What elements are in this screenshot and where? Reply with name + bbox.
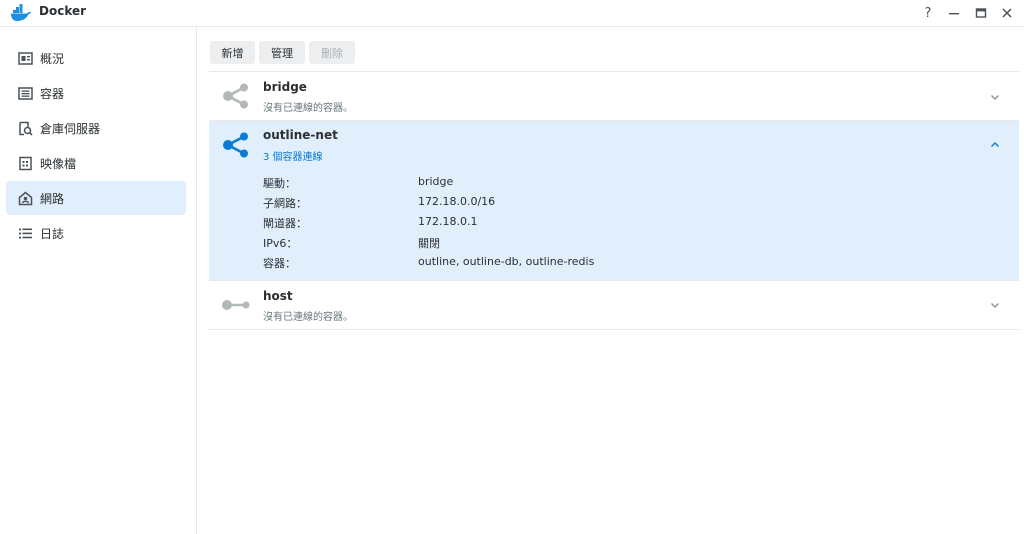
host-network-icon: [222, 300, 250, 310]
log-icon: [19, 228, 32, 239]
detail-value-subnet: 172.18.0.0/16: [418, 195, 496, 208]
share-network-icon: [223, 83, 248, 109]
overview-icon: [18, 52, 33, 65]
docker-window: Docker ? 概況 容器 倉庫伺服器 映像檔 網路 日誌 新增 管理 刪除 …: [0, 0, 1024, 534]
network-list: bridge 沒有已連線的容器。 outline-net 3 個容器連線 驅動：…: [209, 71, 1019, 330]
detail-label-driver: 驅動：: [263, 177, 296, 190]
share-network-icon: [223, 132, 248, 158]
detail-value-ipv6: 關閉: [418, 237, 440, 250]
network-icon: [18, 191, 33, 206]
container-icon: [18, 87, 33, 100]
network-row-host[interactable]: host 沒有已連線的容器。: [209, 281, 1019, 330]
docker-whale-icon: [11, 4, 31, 21]
sidebar-item-label: 日誌: [40, 227, 65, 241]
image-icon: [19, 156, 32, 171]
detail-value-driver: bridge: [418, 175, 454, 188]
minimize-button[interactable]: [944, 3, 964, 23]
manage-button[interactable]: 管理: [259, 41, 305, 64]
chevron-down-icon[interactable]: [989, 299, 1001, 311]
minimize-icon: [949, 13, 959, 15]
help-button[interactable]: ?: [918, 3, 938, 23]
sidebar-item-label: 網路: [40, 192, 65, 206]
network-row-bridge[interactable]: bridge 沒有已連線的容器。: [209, 71, 1019, 121]
close-icon: [1002, 8, 1012, 18]
sidebar-item-label: 概況: [40, 52, 65, 66]
sidebar-item-image[interactable]: 映像檔: [6, 146, 186, 180]
network-name: bridge: [263, 80, 307, 94]
delete-button[interactable]: 刪除: [309, 41, 355, 64]
title-bar: Docker ?: [0, 0, 1024, 27]
network-name: outline-net: [263, 128, 338, 142]
network-status: 沒有已連線的容器。: [263, 103, 353, 114]
detail-value-gateway: 172.18.0.1: [418, 215, 478, 228]
maximize-button[interactable]: [971, 3, 991, 23]
registry-icon: [19, 121, 33, 136]
network-name: host: [263, 289, 293, 303]
app-title: Docker: [39, 4, 87, 18]
chevron-down-icon[interactable]: [989, 91, 1001, 103]
sidebar-item-log[interactable]: 日誌: [6, 216, 186, 250]
network-row-outline-net[interactable]: outline-net 3 個容器連線 驅動： bridge 子網路： 172.…: [209, 121, 1019, 281]
sidebar-item-network[interactable]: 網路: [6, 181, 186, 215]
sidebar: 概況 容器 倉庫伺服器 映像檔 網路 日誌: [0, 27, 197, 534]
network-status: 沒有已連線的容器。: [263, 312, 353, 323]
close-button[interactable]: [997, 3, 1017, 23]
detail-label-subnet: 子網路：: [263, 197, 307, 210]
connected-containers-link[interactable]: 3 個容器連線: [263, 148, 323, 163]
sidebar-item-registry[interactable]: 倉庫伺服器: [6, 111, 186, 145]
sidebar-item-label: 倉庫伺服器: [40, 122, 101, 136]
chevron-up-icon[interactable]: [989, 139, 1001, 151]
sidebar-item-overview[interactable]: 概況: [6, 41, 186, 75]
detail-label-containers: 容器：: [263, 257, 296, 270]
detail-label-gateway: 閘道器：: [263, 217, 307, 230]
add-button[interactable]: 新增: [210, 41, 255, 64]
detail-value-containers: outline, outline-db, outline-redis: [418, 255, 595, 268]
detail-label-ipv6: IPv6：: [263, 237, 298, 250]
sidebar-item-container[interactable]: 容器: [6, 76, 186, 110]
sidebar-item-label: 容器: [40, 87, 65, 101]
maximize-icon: [975, 8, 987, 18]
sidebar-item-label: 映像檔: [40, 157, 77, 171]
